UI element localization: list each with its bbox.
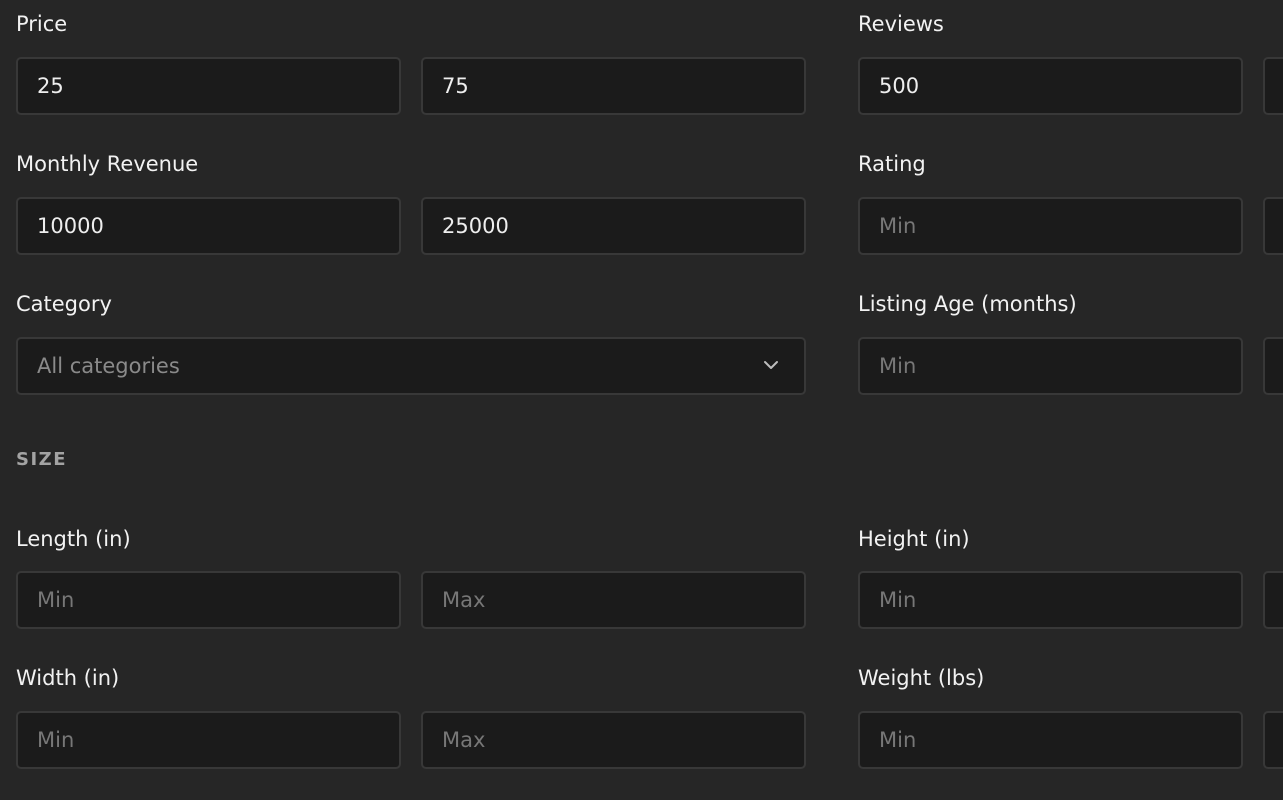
rating-label: Rating bbox=[858, 152, 926, 176]
category-select[interactable]: All categories bbox=[16, 337, 806, 395]
chevron-down-icon bbox=[764, 361, 778, 369]
price-max-input[interactable] bbox=[421, 57, 806, 115]
rating-min-input[interactable] bbox=[858, 197, 1243, 255]
weight-label: Weight (lbs) bbox=[858, 666, 985, 690]
reviews-max-input[interactable] bbox=[1263, 57, 1283, 115]
listing-age-min-input[interactable] bbox=[858, 337, 1243, 395]
height-label: Height (in) bbox=[858, 527, 970, 551]
size-section-title: SIZE bbox=[16, 449, 68, 470]
length-max-input[interactable] bbox=[421, 571, 806, 629]
weight-max-input[interactable] bbox=[1263, 711, 1283, 769]
width-max-input[interactable] bbox=[421, 711, 806, 769]
listing-age-label: Listing Age (months) bbox=[858, 292, 1077, 316]
category-select-value: All categories bbox=[37, 354, 180, 378]
filters-panel: Price Monthly Revenue Category All categ… bbox=[0, 0, 1283, 800]
monthly-revenue-min-input[interactable] bbox=[16, 197, 401, 255]
monthly-revenue-max-input[interactable] bbox=[421, 197, 806, 255]
price-label: Price bbox=[16, 12, 68, 36]
width-label: Width (in) bbox=[16, 666, 120, 690]
monthly-revenue-label: Monthly Revenue bbox=[16, 152, 199, 176]
length-min-input[interactable] bbox=[16, 571, 401, 629]
rating-max-input[interactable] bbox=[1263, 197, 1283, 255]
listing-age-max-input[interactable] bbox=[1263, 337, 1283, 395]
reviews-min-input[interactable] bbox=[858, 57, 1243, 115]
reviews-label: Reviews bbox=[858, 12, 944, 36]
length-label: Length (in) bbox=[16, 527, 131, 551]
price-min-input[interactable] bbox=[16, 57, 401, 115]
width-min-input[interactable] bbox=[16, 711, 401, 769]
category-label: Category bbox=[16, 292, 112, 316]
height-min-input[interactable] bbox=[858, 571, 1243, 629]
weight-min-input[interactable] bbox=[858, 711, 1243, 769]
height-max-input[interactable] bbox=[1263, 571, 1283, 629]
